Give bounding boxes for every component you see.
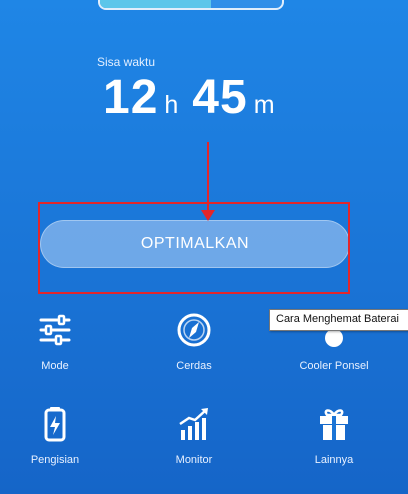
grid-label-cooler: Cooler Ponsel <box>299 360 369 372</box>
minutes-value: 45 <box>192 71 248 124</box>
hours-value: 12 <box>103 71 159 124</box>
grid-label-cerdas: Cerdas <box>176 360 212 372</box>
compass-icon <box>134 312 254 348</box>
grid-label-monitor: Monitor <box>175 454 213 466</box>
annotation-arrow-line <box>207 142 209 214</box>
grid-label-lainnya: Lainnya <box>314 454 354 466</box>
battery-charging-icon <box>0 406 115 442</box>
minutes-unit: m <box>253 91 275 119</box>
chart-up-icon <box>134 406 254 442</box>
annotation-arrow-head <box>201 210 215 221</box>
grid-item-pengisian[interactable]: Pengisian <box>0 406 115 466</box>
grid-item-cerdas[interactable]: Cerdas <box>134 312 254 372</box>
remaining-time-readout: 12 h 45 m <box>103 70 289 125</box>
remaining-time-label: Sisa waktu <box>97 55 156 69</box>
grid-item-mode[interactable]: Mode <box>0 312 115 372</box>
battery-level-bar <box>98 0 284 10</box>
grid-item-lainnya[interactable]: Lainnya <box>274 406 394 466</box>
grid-label-mode: Mode <box>41 360 69 372</box>
annotation-highlight-box <box>38 202 350 294</box>
grid-label-pengisian: Pengisian <box>30 454 80 466</box>
sliders-icon <box>0 312 115 348</box>
grid-item-monitor[interactable]: Monitor <box>134 406 254 466</box>
gift-icon <box>274 406 394 442</box>
tooltip: Cara Menghemat Baterai <box>269 309 408 331</box>
hours-unit: h <box>164 91 179 119</box>
battery-level-fill <box>100 0 212 8</box>
